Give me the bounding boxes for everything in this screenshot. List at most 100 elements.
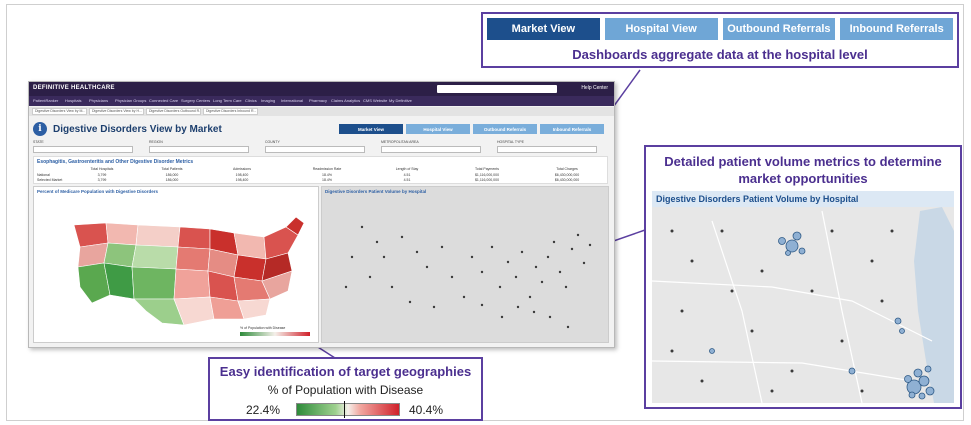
nav-item[interactable]: Physicians <box>89 98 108 103</box>
filter-region[interactable]: REGION <box>149 140 249 153</box>
table-cell: $1,116,000,000 <box>474 178 500 182</box>
hospital-volume-mini-map[interactable] <box>322 187 610 344</box>
table-row: Selected Market 3,799 186,000 198,400 18… <box>34 178 607 183</box>
dashboard-header: i Digestive Disorders View by Market Mar… <box>33 120 608 140</box>
filter-label: METROPOLITAN AREA <box>381 140 419 144</box>
mini-tab-outbound-referrals[interactable]: Outbound Referrals <box>473 124 537 134</box>
brand-logo[interactable]: DEFINITIVE HEALTHCARE <box>33 85 115 91</box>
info-icon[interactable]: i <box>33 122 47 136</box>
tab-hospital-view[interactable]: Hospital View <box>604 18 718 40</box>
filter-state[interactable]: STATE <box>33 140 133 153</box>
top-callout-caption: Dashboards aggregate data at the hospita… <box>572 47 868 62</box>
dashboard-screenshot: DEFINITIVE HEALTHCARE Help Center Patien… <box>28 81 615 348</box>
dashboard-tabs-callout: Market View Hospital View Outbound Refer… <box>481 12 959 68</box>
us-choropleth-map[interactable] <box>34 187 320 344</box>
column-header: Length of Stay <box>395 167 419 171</box>
small-hospital-points <box>670 229 894 393</box>
main-nav: PatientRanker Hospitals Physicians Physi… <box>29 96 614 106</box>
dashboard-tabs: Market View Hospital View Outbound Refer… <box>487 18 953 40</box>
help-link[interactable]: Help Center <box>581 85 608 91</box>
nav-item[interactable]: Claims Analytics <box>331 98 360 103</box>
nav-item[interactable]: Hospitals <box>65 98 81 103</box>
dashboard-title: Digestive Disorders View by Market <box>53 124 222 135</box>
table-cell: 3,799 <box>97 173 107 177</box>
nav-item[interactable]: Surgery Centers <box>181 98 210 103</box>
filter-metro-area[interactable]: METROPOLITAN AREA <box>381 140 481 153</box>
nav-item[interactable]: Long Term Care <box>213 98 242 103</box>
hospital-points <box>344 225 592 329</box>
table-cell: 18.4% <box>322 173 332 177</box>
patient-volume-map-svg[interactable] <box>651 191 954 404</box>
table-cell: $6,430,000,000 <box>554 173 580 177</box>
filter-label: COUNTY <box>265 140 280 144</box>
filter-dropdown[interactable] <box>497 146 597 153</box>
table-cell: 186,000 <box>165 173 179 177</box>
filter-hospital-type[interactable]: HOSPITAL TYPE <box>497 140 597 153</box>
table-cell: 4.51 <box>403 178 411 182</box>
tab-outbound-referrals[interactable]: Outbound Referrals <box>722 18 836 40</box>
nav-item[interactable]: PatientRanker <box>33 98 58 103</box>
nav-item[interactable]: Pharmacy <box>309 98 327 103</box>
metrics-header-row: Total Hospitals Total Patients Admission… <box>34 167 607 172</box>
bottom-callout-caption: Easy identification of target geographie… <box>219 364 472 379</box>
row-label: National <box>37 173 50 177</box>
legend-title: % of Population with Disease <box>267 383 424 397</box>
app-topbar: DEFINITIVE HEALTHCARE Help Center <box>29 82 614 96</box>
filter-label: HOSPITAL TYPE <box>497 140 524 144</box>
table-cell: 4.51 <box>403 173 411 177</box>
filter-dropdown[interactable] <box>149 146 249 153</box>
column-header: Readmission Rate <box>312 167 342 171</box>
metrics-table: Esophagitis, Gastroenteritis and Other D… <box>33 156 608 184</box>
table-cell: $1,116,000,000 <box>474 173 500 177</box>
nav-item[interactable]: International <box>281 98 303 103</box>
map-legend-label: % of Population with Disease <box>240 326 286 330</box>
table-cell: 198,400 <box>235 173 249 177</box>
legend-marker <box>344 401 345 418</box>
nav-item[interactable]: Connected Care <box>149 98 178 103</box>
sub-tab[interactable]: Digestive Disorders View by H... <box>89 108 144 115</box>
mini-tab-inbound-referrals[interactable]: Inbound Referrals <box>540 124 604 134</box>
patient-volume-map[interactable]: Digestive Disorders Patient Volume by Ho… <box>651 191 954 404</box>
nav-item[interactable]: CMS Website <box>363 98 387 103</box>
column-header: Total Charges <box>556 167 578 171</box>
nav-item[interactable]: My Definitive <box>389 98 412 103</box>
filter-dropdown[interactable] <box>265 146 365 153</box>
target-geographies-callout: Easy identification of target geographie… <box>208 357 483 421</box>
mini-tab-market-view[interactable]: Market View <box>339 124 403 134</box>
nav-item[interactable]: Imaging <box>261 98 275 103</box>
tab-market-view[interactable]: Market View <box>487 18 600 40</box>
scatter-map-panel: Digestive Disorders Patient Volume by Ho… <box>321 186 609 343</box>
tab-inbound-referrals[interactable]: Inbound Referrals <box>840 18 953 40</box>
column-header: Total Patients <box>161 167 183 171</box>
search-input[interactable] <box>437 85 557 93</box>
column-header: Total Payments <box>475 167 499 171</box>
filter-label: STATE <box>33 140 44 144</box>
filter-dropdown[interactable] <box>381 146 481 153</box>
nav-item[interactable]: Physician Groups <box>115 98 146 103</box>
sub-tab[interactable]: Digestive Disorders Inbound R... <box>203 108 258 115</box>
legend-gradient <box>296 403 400 416</box>
sub-tab[interactable]: Digestive Disorders Outbound R... <box>146 108 201 115</box>
column-header: Total Hospitals <box>90 167 114 171</box>
table-cell: 186,000 <box>165 178 179 182</box>
filter-dropdown[interactable] <box>33 146 133 153</box>
table-cell: $6,430,000,000 <box>554 178 580 182</box>
column-header: Admissions <box>233 167 251 171</box>
legend-min-label: 22.4% <box>246 403 281 417</box>
table-cell: 198,400 <box>235 178 249 182</box>
mini-tab-hospital-view[interactable]: Hospital View <box>406 124 470 134</box>
choropleth-panel: Percent of Medicare Population with Dige… <box>33 186 319 343</box>
table-cell: 3,799 <box>97 178 107 182</box>
legend-max-label: 40.4% <box>409 403 444 417</box>
filter-label: REGION <box>149 140 163 144</box>
metrics-title: Esophagitis, Gastroenteritis and Other D… <box>37 159 194 165</box>
filter-bar: STATE REGION COUNTY METROPOLITAN AREA HO… <box>33 140 608 154</box>
sub-tab-row: Digestive Disorders View by M... Digesti… <box>29 107 614 116</box>
filter-county[interactable]: COUNTY <box>265 140 365 153</box>
sub-tab[interactable]: Digestive Disorders View by M... <box>32 108 87 115</box>
row-label: Selected Market <box>37 178 63 182</box>
map-legend-gradient <box>240 332 310 336</box>
nav-item[interactable]: Clinics <box>245 98 257 103</box>
right-callout-caption: Detailed patient volume metrics to deter… <box>664 154 942 186</box>
patient-volume-callout: Detailed patient volume metrics to deter… <box>644 145 962 409</box>
